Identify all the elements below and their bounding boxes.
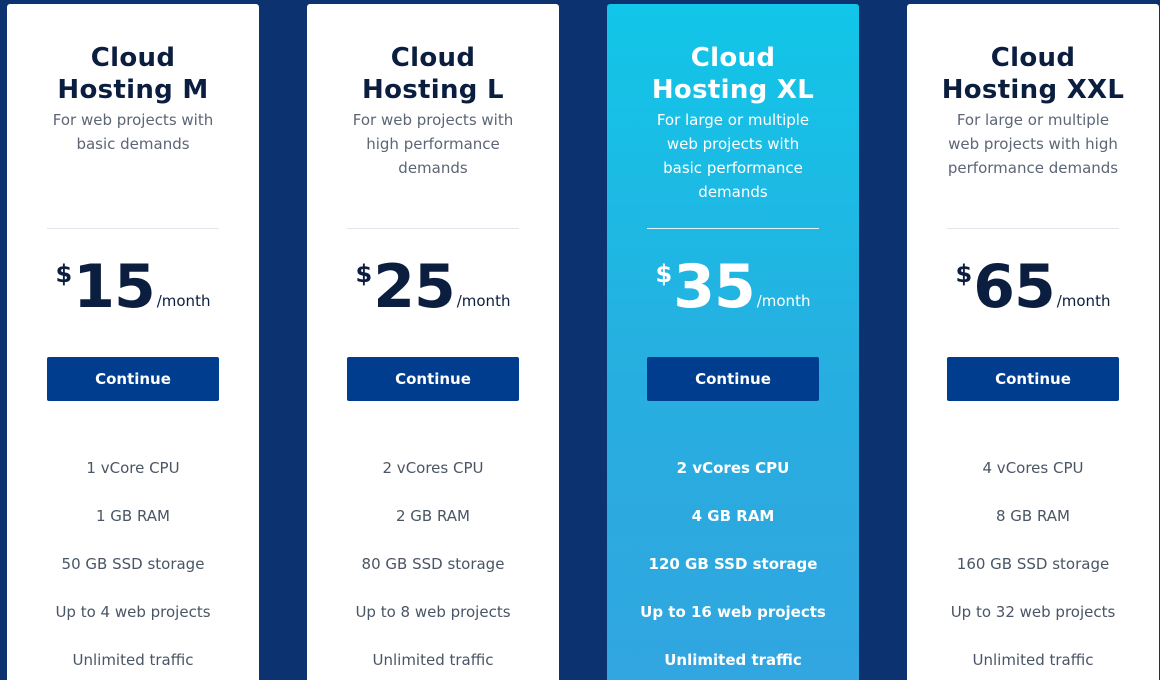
feature-ram: 4 GB RAM — [691, 507, 775, 525]
feature-traffic: Unlimited traffic — [664, 651, 802, 669]
feature-storage: 160 GB SSD storage — [956, 555, 1110, 573]
feature-list: 2 vCores CPU 2 GB RAM 80 GB SSD storage … — [307, 456, 559, 680]
plan-title: Cloud Hosting L — [362, 43, 504, 105]
feature-storage: 50 GB SSD storage — [61, 555, 205, 573]
feature-projects: Up to 16 web projects — [640, 603, 826, 621]
price-amount: 65 — [973, 252, 1055, 322]
plan-price: $ 15 /month — [7, 254, 259, 324]
feature-traffic: Unlimited traffic — [972, 651, 1094, 669]
feature-cpu: 2 vCores CPU — [676, 459, 790, 477]
price-period: /month — [756, 292, 811, 310]
divider — [47, 228, 219, 229]
feature-projects: Up to 8 web projects — [355, 603, 511, 621]
feature-cpu: 1 vCore CPU — [86, 459, 180, 477]
divider — [647, 228, 819, 229]
plan-subtitle: For large or multiple web projects with … — [947, 111, 1119, 177]
feature-list: 4 vCores CPU 8 GB RAM 160 GB SSD storage… — [907, 456, 1159, 680]
price-currency: $ — [355, 260, 373, 288]
price-currency: $ — [55, 260, 73, 288]
feature-storage: 120 GB SSD storage — [648, 555, 818, 573]
feature-ram: 2 GB RAM — [395, 507, 470, 525]
plan-subtitle: For large or multiple web projects with … — [656, 111, 810, 201]
feature-projects: Up to 4 web projects — [55, 603, 211, 621]
continue-button[interactable]: Continue — [47, 357, 219, 401]
price-period: /month — [156, 292, 211, 310]
feature-list: 1 vCore CPU 1 GB RAM 50 GB SSD storage U… — [7, 456, 259, 680]
feature-ram: 8 GB RAM — [995, 507, 1070, 525]
feature-traffic: Unlimited traffic — [72, 651, 194, 669]
plan-title: Cloud Hosting M — [57, 43, 209, 105]
plan-card-xxl: Cloud Hosting XXL For large or multiple … — [907, 4, 1159, 680]
plan-price: $ 65 /month — [907, 254, 1159, 324]
plan-price: $ 35 /month — [607, 254, 859, 324]
feature-ram: 1 GB RAM — [95, 507, 170, 525]
feature-traffic: Unlimited traffic — [372, 651, 494, 669]
price-amount: 35 — [673, 252, 755, 322]
plan-card-m: Cloud Hosting M For web projects with ba… — [7, 4, 259, 680]
price-period: /month — [456, 292, 511, 310]
price-amount: 15 — [73, 252, 155, 322]
feature-list: 2 vCores CPU 4 GB RAM 120 GB SSD storage… — [607, 456, 859, 680]
price-period: /month — [1056, 292, 1111, 310]
feature-storage: 80 GB SSD storage — [361, 555, 505, 573]
divider — [947, 228, 1119, 229]
plan-subtitle: For web projects with high performance d… — [352, 111, 514, 177]
feature-cpu: 4 vCores CPU — [982, 459, 1084, 477]
continue-button[interactable]: Continue — [347, 357, 519, 401]
plan-price: $ 25 /month — [307, 254, 559, 324]
feature-projects: Up to 32 web projects — [950, 603, 1116, 621]
pricing-page: Cloud Hosting M For web projects with ba… — [0, 0, 1160, 680]
continue-button[interactable]: Continue — [947, 357, 1119, 401]
price-currency: $ — [655, 260, 673, 288]
plan-card-xl-featured: Cloud Hosting XL For large or multiple w… — [607, 4, 859, 680]
plan-subtitle: For web projects with basic demands — [52, 111, 214, 153]
divider — [347, 228, 519, 229]
plan-card-l: Cloud Hosting L For web projects with hi… — [307, 4, 559, 680]
plan-title: Cloud Hosting XL — [651, 43, 815, 105]
feature-cpu: 2 vCores CPU — [382, 459, 484, 477]
plan-title: Cloud Hosting XXL — [941, 43, 1125, 105]
price-amount: 25 — [373, 252, 455, 322]
continue-button[interactable]: Continue — [647, 357, 819, 401]
price-currency: $ — [955, 260, 973, 288]
